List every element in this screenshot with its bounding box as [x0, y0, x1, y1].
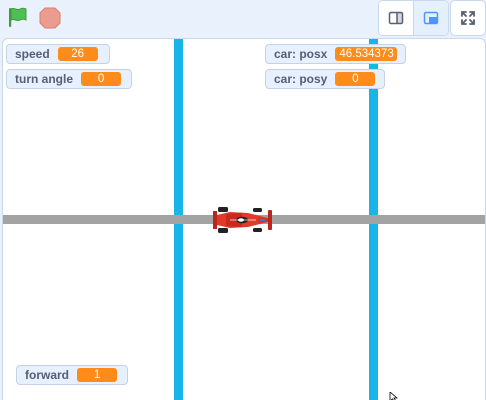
monitor-label: car: posx	[274, 47, 328, 61]
monitor-value: 46.534373	[335, 47, 398, 61]
green-flag-button[interactable]	[5, 5, 31, 31]
normal-stage-icon	[423, 11, 439, 25]
fullscreen-icon	[461, 11, 475, 25]
stop-button[interactable]	[38, 6, 62, 30]
mouse-cursor-icon	[389, 392, 399, 400]
small-stage-button[interactable]	[379, 1, 413, 35]
stage-toolbar	[0, 0, 486, 36]
monitor-turn-angle[interactable]: turn angle 0	[6, 69, 132, 89]
green-flag-icon	[9, 7, 27, 27]
small-stage-icon	[388, 11, 404, 25]
monitor-car-posy[interactable]: car: posy 0	[265, 69, 385, 89]
monitor-car-posx[interactable]: car: posx 46.534373	[265, 44, 406, 64]
monitor-value: 1	[77, 368, 118, 382]
stop-sign-icon	[39, 7, 61, 29]
monitor-label: car: posy	[274, 72, 328, 86]
monitor-value: 0	[335, 72, 376, 86]
scratch-stage-window: speed 26 turn angle 0 car: posx 46.53437…	[0, 0, 486, 400]
monitor-forward[interactable]: forward 1	[16, 365, 128, 385]
monitor-label: speed	[15, 47, 50, 61]
monitor-label: forward	[25, 368, 70, 382]
monitor-label: turn angle	[15, 72, 74, 86]
normal-stage-button[interactable]	[413, 1, 448, 35]
monitor-speed[interactable]: speed 26	[6, 44, 110, 64]
fullscreen-button[interactable]	[450, 0, 486, 36]
race-car-icon[interactable]	[212, 207, 274, 233]
stage-canvas[interactable]: speed 26 turn angle 0 car: posx 46.53437…	[2, 38, 486, 400]
monitor-value: 26	[57, 47, 98, 61]
stage-size-toggle	[378, 0, 449, 36]
monitor-value: 0	[81, 72, 122, 86]
